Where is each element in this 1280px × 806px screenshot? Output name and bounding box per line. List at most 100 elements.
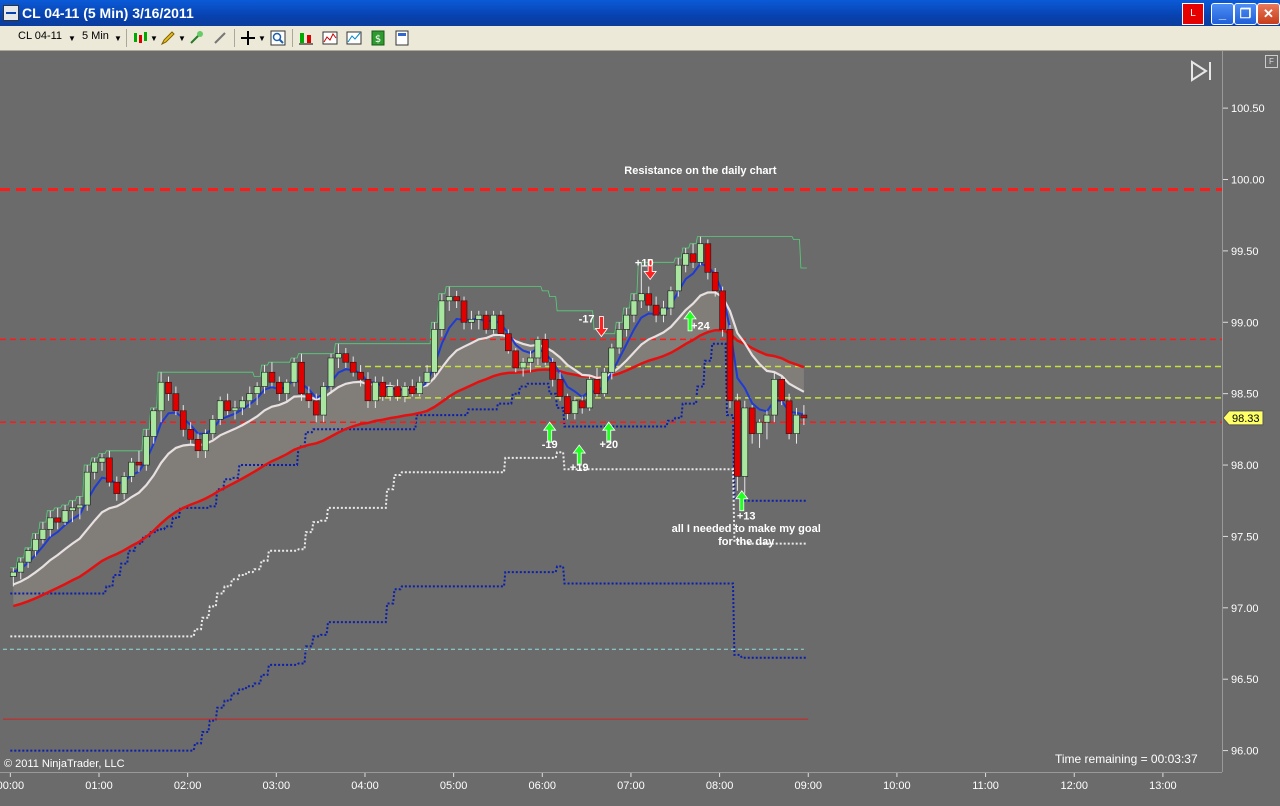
candle — [98, 453, 106, 471]
dollar-icon[interactable]: $ — [370, 30, 386, 46]
candle-body — [10, 571, 17, 577]
candle — [667, 286, 675, 316]
candle-body — [475, 314, 483, 320]
chevron-down-icon[interactable]: ▼ — [178, 34, 186, 43]
candle-body — [69, 507, 76, 512]
candle-body — [556, 379, 564, 397]
candle-body — [793, 414, 800, 434]
candle-body — [349, 361, 357, 373]
candle-body — [601, 371, 608, 394]
candle-body — [771, 379, 778, 416]
chart-style-icon[interactable] — [346, 30, 362, 46]
zoom-in-icon[interactable] — [188, 30, 204, 46]
candle-body — [763, 414, 771, 423]
candle — [46, 510, 54, 537]
candle-body — [564, 396, 571, 414]
price-chart[interactable]: Resistance on the daily chart -17 +10 +24 -1… — [0, 51, 1222, 772]
candle — [113, 476, 121, 501]
candle — [409, 379, 416, 397]
link-button[interactable]: L — [1182, 3, 1204, 25]
candle-body — [98, 457, 106, 463]
candle — [645, 286, 653, 311]
chevron-down-icon[interactable]: ▼ — [150, 34, 158, 43]
properties-icon[interactable] — [394, 30, 410, 46]
candle-body — [172, 393, 180, 412]
candle-body — [490, 314, 497, 330]
candle-body — [630, 300, 638, 316]
candle — [120, 472, 128, 500]
candle-body — [379, 381, 387, 397]
svg-text:$: $ — [375, 34, 381, 45]
candle-body — [187, 429, 194, 440]
chevron-down-icon[interactable]: ▼ — [258, 34, 266, 43]
price-tick-label: 98.00 — [1231, 460, 1259, 472]
strategies-icon[interactable] — [298, 30, 314, 46]
close-icon[interactable]: ✕ — [1257, 3, 1280, 25]
candle — [704, 239, 712, 280]
candle-body — [667, 290, 675, 309]
time-tick-label: 04:00 — [351, 780, 379, 792]
chart-options-button[interactable]: F — [1265, 55, 1278, 68]
candle — [39, 522, 47, 544]
magnifier-icon[interactable] — [270, 30, 286, 46]
candle-body — [778, 379, 786, 402]
zoom-out-icon[interactable] — [212, 30, 228, 46]
price-axis-labels: 100.50 100.00 99.50 99.00 98.50 98.00 97.50 97.… — [1222, 103, 1265, 758]
chevron-down-icon[interactable]: ▼ — [114, 34, 122, 43]
candle-body — [394, 386, 401, 397]
chevron-down-icon[interactable]: ▼ — [68, 34, 76, 43]
time-tick-label: 10:00 — [883, 780, 911, 792]
candle-body — [17, 561, 25, 573]
time-axis[interactable]: 00:00 01:00 02:00 03:00 04:00 05:00 06:00 07:00… — [0, 772, 1222, 801]
price-axis[interactable]: 100.50 100.00 99.50 99.00 98.50 98.00 97.50 97.… — [1222, 51, 1280, 772]
app-icon — [3, 5, 19, 21]
time-tick-label: 03:00 — [263, 780, 291, 792]
candle-body — [460, 300, 468, 323]
candle — [283, 379, 291, 401]
instrument-selector[interactable]: CL 04-11 — [18, 30, 62, 42]
price-tick-label: 100.00 — [1231, 174, 1265, 186]
time-tick-label: 12:00 — [1060, 780, 1088, 792]
candle-body — [571, 400, 579, 414]
candle — [541, 333, 549, 366]
candle — [505, 329, 512, 354]
candle-body — [748, 407, 756, 434]
candle-body — [534, 339, 542, 359]
keltner-lower-line — [10, 565, 807, 752]
scroll-to-end-icon[interactable] — [1190, 60, 1214, 82]
minimize-icon[interactable]: _ — [1211, 3, 1234, 25]
candle-body — [401, 386, 409, 397]
candle-body — [305, 393, 313, 402]
maximize-icon[interactable]: ❐ — [1234, 3, 1257, 25]
chart-toolbar: CL 04-11 ▼ 5 Min ▼ ▼ ▼ ▼ $ — [0, 26, 1280, 51]
candle-body — [482, 314, 490, 330]
candle — [179, 405, 187, 437]
candle-body — [335, 353, 342, 359]
time-remaining-label: Time remaining = 00:03:37 — [1055, 752, 1198, 766]
candle-body — [704, 243, 712, 273]
time-tick-label: 09:00 — [794, 780, 822, 792]
interval-selector[interactable]: 5 Min — [82, 30, 109, 42]
candle — [54, 507, 61, 530]
candle-body — [239, 400, 246, 409]
candle — [615, 322, 623, 354]
candle-body — [61, 510, 69, 523]
last-price-label: 98.33 — [1232, 413, 1260, 425]
candle — [128, 457, 135, 483]
candle-body — [143, 436, 150, 466]
candle — [652, 296, 660, 323]
candle-body — [135, 461, 143, 466]
candle-body — [312, 400, 320, 416]
pencil-icon[interactable] — [160, 30, 176, 46]
crosshair-icon[interactable] — [240, 30, 256, 46]
candle-body — [364, 379, 372, 402]
candle-body — [290, 361, 298, 383]
candle — [490, 310, 497, 334]
candle-body — [756, 421, 763, 434]
candle-body — [734, 400, 741, 477]
candle — [482, 310, 490, 334]
indicators-icon[interactable] — [322, 30, 338, 46]
bar-type-icon[interactable] — [132, 30, 148, 46]
candle — [674, 258, 682, 297]
candle — [726, 325, 734, 408]
